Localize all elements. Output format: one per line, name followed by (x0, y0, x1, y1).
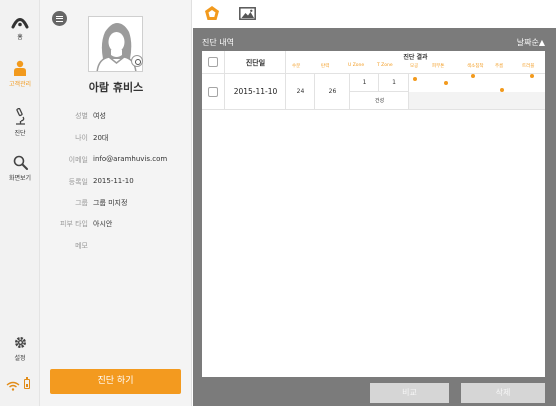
trouble-dot (530, 74, 534, 78)
row-u-zone: 1 (362, 79, 367, 86)
row-t-zone: 1 (392, 79, 396, 86)
diagnosis-history-panel: 진단 내역 날짜순▲ 진단일 진단 결과 수분 탄력 U Zone T Zone… (193, 28, 556, 406)
header-checkbox-cell (202, 51, 225, 74)
nav-rail: 홈 고객관리 진단 화면보기 설정 (0, 0, 40, 406)
field-registered-date: 등록일 2015-11-10 (40, 177, 192, 189)
magnifier-icon (13, 155, 28, 170)
camera-icon[interactable] (131, 55, 143, 67)
column-pigmentation: 색소침착 (467, 64, 484, 69)
column-wrinkles: 주름 (495, 64, 504, 69)
field-value: 2015-11-10 (93, 177, 134, 185)
field-memo: 메모 (40, 241, 192, 253)
row-date: 2015-11-10 (233, 87, 278, 96)
field-skin-type: 피부 타입 아시안 (40, 219, 192, 231)
diagnose-button[interactable]: 진단 하기 (50, 369, 181, 394)
nav-label-settings: 설정 (14, 355, 26, 362)
row-date-cell[interactable]: 2015-11-10 (225, 74, 286, 110)
row-checkbox-cell (202, 74, 225, 110)
row-oil-label: 건성 (374, 98, 385, 104)
section-title: 진단 내역 (202, 38, 234, 47)
menu-icon[interactable] (52, 11, 67, 26)
skin-tone-dot (444, 81, 448, 85)
compare-button[interactable]: 비교 (370, 383, 449, 403)
column-u-zone: U Zone (348, 63, 365, 68)
field-label: 나이 (75, 134, 88, 142)
row-elasticity-cell: 26 (315, 74, 350, 110)
result-header-cell: 진단 결과 수분 탄력 U Zone T Zone 모공 피부톤 색소침착 주름… (286, 51, 545, 74)
pigmentation-dot (471, 74, 475, 78)
field-label: 메모 (75, 242, 88, 250)
column-skin-tone: 피부톤 (432, 64, 445, 69)
row-elasticity: 26 (328, 88, 337, 95)
nav-label-home: 홈 (17, 34, 23, 41)
field-value: info@aramhuvis.com (93, 155, 168, 163)
field-value: 아시안 (93, 220, 113, 228)
sort-by-date-button[interactable]: 날짜순▲ (517, 37, 545, 48)
field-age: 나이 20대 (40, 133, 192, 145)
customer-name: 아람 휴비스 (88, 81, 144, 94)
field-value: 그룹 미지정 (93, 199, 128, 207)
result-column-header: 진단 결과 (403, 54, 428, 61)
row-u-zone-cell: 1 (350, 74, 379, 92)
wrinkles-dot (500, 88, 504, 92)
field-value: 20대 (93, 134, 109, 142)
column-elasticity: 탄력 (321, 64, 330, 69)
pores-dot (413, 77, 417, 81)
field-value: 여성 (93, 112, 106, 120)
diagnosis-history-tab[interactable] (204, 5, 220, 21)
nav-label-view: 화면보기 (8, 175, 32, 182)
row-t-zone-cell: 1 (379, 74, 409, 92)
row-skin-type-cell: 건성 (350, 92, 409, 110)
field-label: 등록일 (68, 178, 88, 186)
row-moisture: 24 (296, 88, 305, 95)
field-label: 피부 타입 (60, 220, 88, 228)
nav-item-home[interactable]: 홈 (0, 15, 40, 41)
field-group: 그룹 그룹 미지정 (40, 198, 192, 210)
nav-item-settings[interactable]: 설정 (0, 335, 40, 362)
image-tab-icon[interactable] (239, 7, 256, 20)
battery-icon (24, 377, 30, 389)
wifi-icon (6, 381, 20, 391)
column-t-zone: T Zone (377, 63, 393, 68)
field-email: 이메일 info@aramhuvis.com (40, 155, 192, 167)
nav-label-diagnose: 진단 (14, 130, 26, 137)
customer-profile-panel: 아람 휴비스 성별 여성 나이 20대 이메일 info@aramhuvis.c… (40, 0, 192, 406)
field-gender: 성별 여성 (40, 111, 192, 123)
select-all-checkbox[interactable] (208, 57, 218, 67)
row-checkbox[interactable] (208, 87, 218, 97)
date-header-cell: 진단일 (225, 51, 286, 74)
nav-label-customers: 고객관리 (8, 81, 32, 88)
person-icon (14, 60, 26, 76)
column-trouble: 트러블 (522, 64, 535, 69)
main-area: 진단 내역 날짜순▲ 진단일 진단 결과 수분 탄력 U Zone T Zone… (193, 0, 556, 406)
column-pores: 모공 (410, 64, 419, 69)
microscope-icon (16, 108, 25, 125)
field-label: 그룹 (75, 199, 88, 207)
delete-button[interactable]: 삭제 (461, 383, 545, 403)
gear-icon (14, 337, 26, 348)
home-icon (11, 18, 29, 29)
nav-item-diagnose[interactable]: 진단 (0, 108, 40, 137)
row-moisture-cell: 24 (286, 74, 315, 110)
nav-item-customers[interactable]: 고객관리 (0, 60, 40, 88)
diagnosis-table: 진단일 진단 결과 수분 탄력 U Zone T Zone 모공 피부톤 색소침… (202, 51, 545, 377)
column-moisture: 수분 (292, 64, 301, 69)
nav-item-view[interactable]: 화면보기 (0, 155, 40, 182)
field-label: 성별 (75, 112, 88, 120)
field-label: 이메일 (68, 156, 88, 164)
date-column-header: 진단일 (245, 59, 266, 67)
row-results-cell (409, 74, 545, 110)
